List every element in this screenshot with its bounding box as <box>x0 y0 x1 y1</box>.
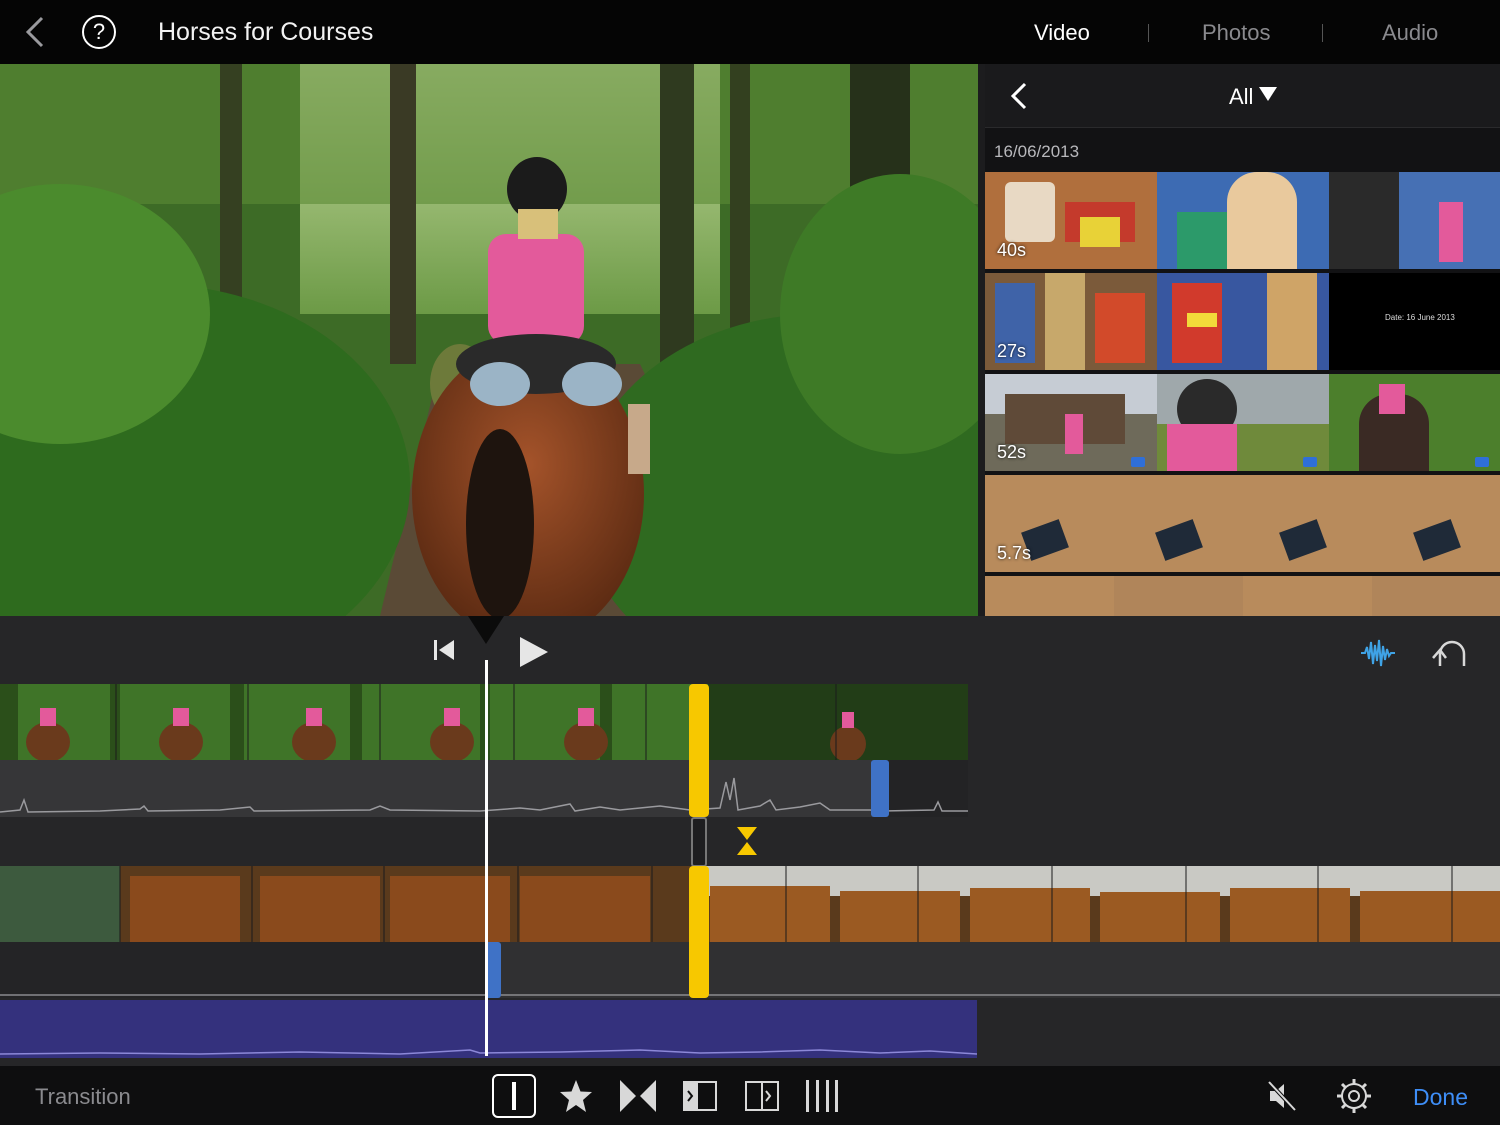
filter-label: All <box>1229 84 1254 109</box>
video-filmstrip <box>0 684 968 760</box>
filter-dropdown[interactable]: All <box>1229 84 1278 110</box>
top-bar: ? Horses for Courses Video Photos Audio <box>0 0 1500 64</box>
tab-audio[interactable]: Audio <box>1382 20 1438 46</box>
b-roll-audio-lane[interactable] <box>0 942 1500 998</box>
tab-divider <box>1322 24 1323 42</box>
fade-in-button[interactable] <box>678 1074 722 1118</box>
clip-item[interactable]: Date: 16 June 2013 27s <box>985 273 1500 370</box>
media-tabs: Video Photos Audio <box>980 0 1500 64</box>
trim-handle-bottom[interactable] <box>689 866 709 998</box>
help-icon[interactable]: ? <box>82 15 116 49</box>
fade-out-button[interactable] <box>740 1074 784 1118</box>
project-title: Horses for Courses <box>158 18 374 46</box>
clip-thumbnail <box>1243 475 1372 572</box>
clip-audio-waveform[interactable] <box>0 760 968 817</box>
clip-thumbnail <box>1243 576 1372 616</box>
caret-down-icon <box>1259 87 1278 101</box>
detach-icon <box>806 1080 838 1112</box>
playhead-marker <box>468 616 504 644</box>
viewer-frame-image <box>0 64 978 616</box>
mute-icon[interactable] <box>1266 1079 1298 1113</box>
clip-thumbnail <box>1372 475 1500 572</box>
video-badge <box>1303 457 1317 467</box>
clip-thumbnail <box>1157 374 1329 471</box>
b-roll-filmstrip <box>0 866 1500 942</box>
video-clip-track[interactable] <box>0 684 968 760</box>
transition-label: Transition <box>35 1084 131 1109</box>
video-badge <box>1475 457 1489 467</box>
clip-thumbnail <box>1372 576 1500 616</box>
fade-in-icon <box>683 1081 717 1111</box>
cross-dissolve-icon <box>620 1080 656 1112</box>
hourglass-split-icon[interactable] <box>736 826 758 856</box>
date-header: 16/06/2013 <box>994 142 1080 161</box>
title-card-thumbnail: Date: 16 June 2013 <box>1329 273 1500 370</box>
bottom-toolbar: Transition Done <box>0 1066 1500 1125</box>
video-viewer[interactable] <box>0 64 978 616</box>
clip-thumbnail <box>1114 475 1243 572</box>
star-icon <box>560 1080 592 1112</box>
tab-video[interactable]: Video <box>1034 20 1090 46</box>
clip-item[interactable]: 52s <box>985 374 1500 471</box>
clip-thumbnail <box>985 576 1114 616</box>
clip-thumbnail <box>1157 172 1329 269</box>
waveform-icon[interactable] <box>1360 638 1396 668</box>
media-browser: All 16/06/2013 40s Date: 16 June 2013 27… <box>985 64 1500 616</box>
audio-detach-handle[interactable] <box>871 760 889 817</box>
done-button[interactable]: Done <box>1413 1084 1468 1111</box>
transport-controls <box>0 616 1500 684</box>
playhead-line[interactable] <box>485 660 488 1056</box>
chevron-left-icon[interactable] <box>1007 80 1031 112</box>
clip-item[interactable] <box>985 576 1500 616</box>
tab-photos[interactable]: Photos <box>1202 20 1271 46</box>
skip-back-icon[interactable] <box>432 638 458 662</box>
clip-thumbnail <box>1329 172 1500 269</box>
trim-handle-top[interactable] <box>689 684 709 817</box>
clip-item[interactable]: 5.7s <box>985 475 1500 572</box>
favorite-button[interactable] <box>554 1074 598 1118</box>
fade-out-icon <box>745 1081 779 1111</box>
transition-style-button[interactable] <box>616 1074 660 1118</box>
clip-duration: 40s <box>997 240 1027 260</box>
clip-duration: 52s <box>997 442 1027 462</box>
back-icon[interactable] <box>20 14 50 50</box>
play-icon[interactable] <box>516 635 550 669</box>
clip-duration: 27s <box>997 341 1027 361</box>
video-badge <box>1131 457 1145 467</box>
browser-header: All <box>985 64 1500 128</box>
clip-thumbnail <box>1114 576 1243 616</box>
clip-item[interactable]: 40s <box>985 172 1500 269</box>
split-tool-button[interactable] <box>492 1074 536 1118</box>
gear-icon[interactable] <box>1336 1078 1372 1114</box>
split-icon <box>512 1082 516 1110</box>
clip-duration: 5.7s <box>997 543 1032 563</box>
split-gap <box>691 817 707 867</box>
b-roll-clip-track[interactable] <box>0 866 1500 942</box>
music-track[interactable] <box>0 1000 978 1058</box>
clip-thumbnail <box>1329 374 1500 471</box>
tab-divider <box>1148 24 1149 42</box>
title-card-text: Date: 16 June 2013 <box>1385 313 1455 322</box>
clip-thumbnail <box>1157 273 1329 370</box>
undo-icon[interactable] <box>1430 638 1468 670</box>
sound-effects-button[interactable] <box>800 1074 844 1118</box>
